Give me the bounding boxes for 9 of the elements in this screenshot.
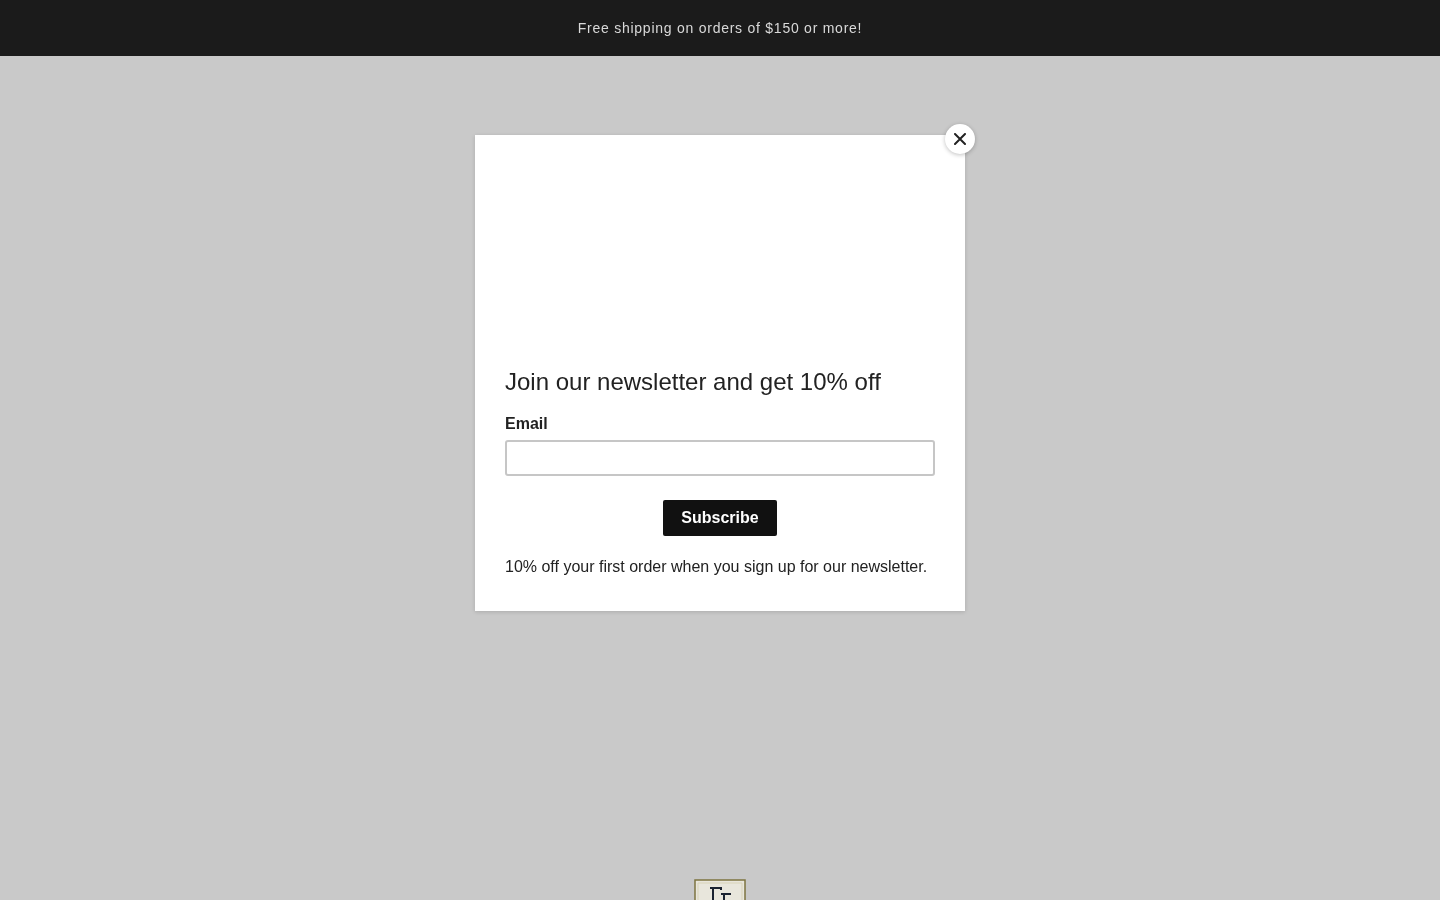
subscribe-button[interactable]: Subscribe <box>663 500 777 536</box>
close-button[interactable] <box>945 124 975 154</box>
popup-note: 10% off your first order when you sign up for our newsletter. <box>505 557 929 577</box>
close-icon <box>954 133 966 145</box>
popup-heading: Join our newsletter and get 10% off <box>505 367 882 397</box>
email-label: Email <box>505 414 548 434</box>
announcement-text: Free shipping on orders of $150 or more! <box>577 20 863 36</box>
logo-icon <box>694 879 746 900</box>
email-input[interactable] <box>505 440 935 476</box>
